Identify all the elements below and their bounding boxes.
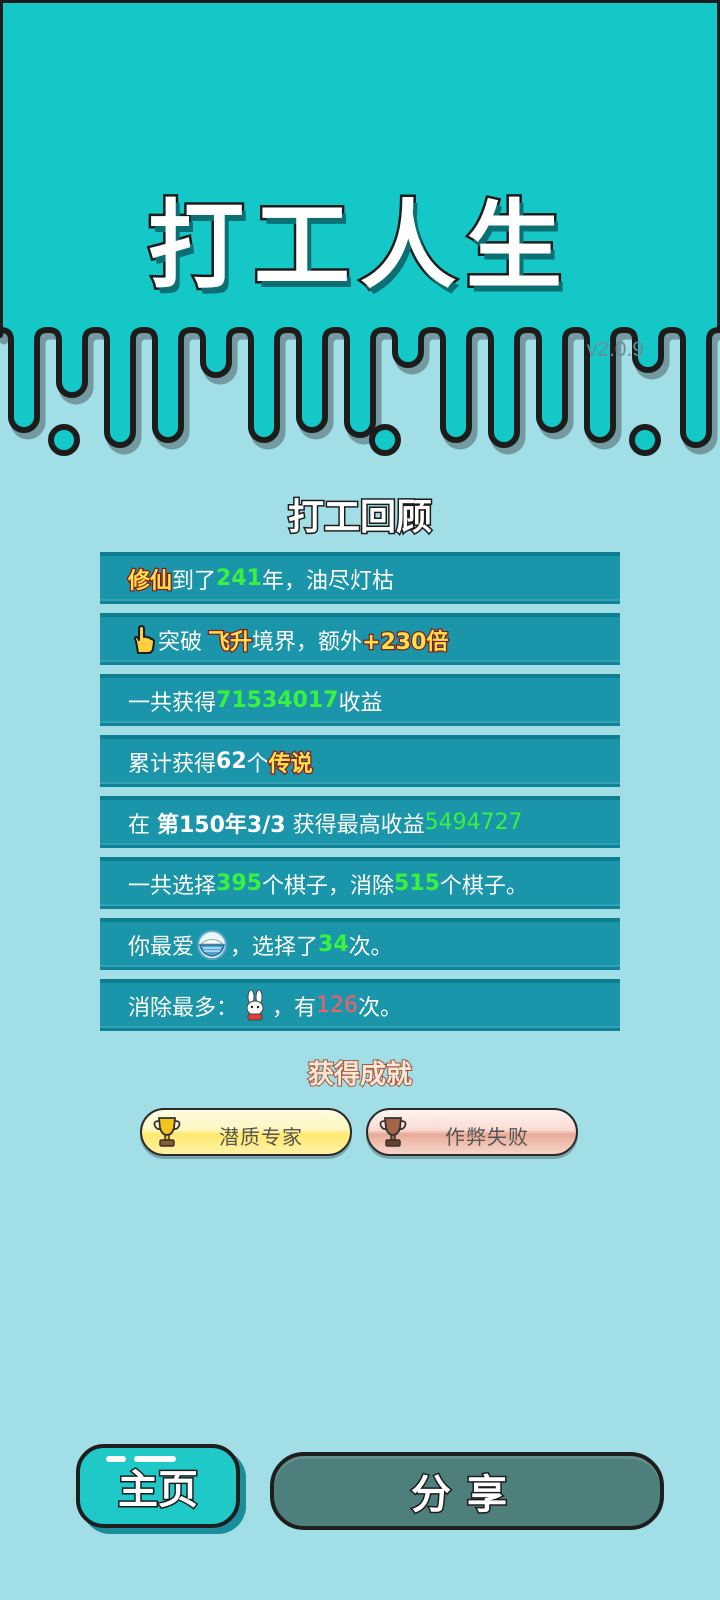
rice-bowl-icon — [197, 929, 228, 960]
stat-value-income: 71534017 — [216, 688, 339, 713]
button-gloss — [106, 1456, 126, 1462]
pointing-hand-icon — [134, 624, 155, 654]
achievement-badge-gold[interactable]: 潜质专家 — [140, 1108, 352, 1156]
stat-text: 获得最高收益 — [285, 812, 425, 838]
stat-text: 消除最多： — [128, 995, 239, 1021]
stat-row-most-eliminated: 消除最多： ，有 126 次。 — [100, 979, 620, 1031]
legendary-label: 传说 — [267, 750, 314, 778]
stat-text: 到了 — [172, 568, 217, 594]
share-button[interactable]: 分享 — [270, 1452, 664, 1530]
drip-drop — [48, 424, 80, 456]
version-label: v2.0.9 — [586, 338, 644, 361]
stat-text: 一共获得 — [128, 690, 217, 716]
stat-text: 境界，额外 — [252, 629, 363, 655]
home-button-label: 主页 — [117, 1466, 200, 1515]
stat-row-total-income: 一共获得 71534017 收益 — [100, 674, 620, 726]
trophy-icon — [153, 1117, 181, 1147]
share-button-label: 分享 — [410, 1471, 523, 1520]
stat-text: 个棋子。 — [439, 873, 528, 899]
stat-text: 个棋子，消除 — [261, 873, 394, 899]
stat-text: 你最爱 — [128, 934, 195, 960]
stat-text: 一共选择 — [128, 873, 217, 899]
review-title: 打工回顾 — [286, 496, 433, 540]
app-title: 打工人生 — [146, 188, 572, 305]
stat-row-breakthrough: 突破 飞升 境界，额外 +230倍 — [100, 613, 620, 665]
cultivation-label: 修仙 — [127, 567, 174, 595]
stat-text: ，选择了 — [230, 934, 319, 960]
stat-row-best-income: 在 第150年3/3 获得最高收益 5494727 — [100, 796, 620, 848]
trophy-icon — [379, 1117, 407, 1147]
stat-text: 个 — [246, 751, 269, 777]
stat-row-pieces: 一共选择 395 个棋子，消除 515 个棋子。 — [100, 857, 620, 909]
stat-row-favorite: 你最爱 ，选择了 34 次。 — [100, 918, 620, 970]
stat-text: 收益 — [338, 690, 383, 716]
stat-value-eliminated: 515 — [393, 871, 440, 896]
stat-row-legendary: 累计获得 62 个 传说 — [100, 735, 620, 787]
stat-text: 次。 — [348, 934, 393, 960]
achievement-badge-bronze[interactable]: 作弊失败 — [366, 1108, 578, 1156]
stat-value-legendary-count: 62 — [216, 749, 247, 774]
stat-value-eliminated-count: 126 — [316, 993, 359, 1018]
stat-text: 累计获得 — [128, 751, 217, 777]
drip-drop — [369, 424, 401, 456]
home-button[interactable]: 主页 — [76, 1444, 240, 1528]
stat-text: 年，油尽灯枯 — [261, 568, 394, 594]
stat-value-selected: 395 — [216, 871, 262, 896]
stat-text: 在 — [128, 812, 157, 838]
stat-row-lifespan: 修仙 到了 241 年，油尽灯枯 — [100, 552, 620, 604]
achievement-label: 潜质专家 — [219, 1125, 303, 1149]
stat-value-best-income: 5494727 — [424, 810, 523, 835]
achievements-title: 获得成就 — [307, 1059, 413, 1091]
button-gloss — [134, 1456, 176, 1462]
drip-drop — [629, 424, 661, 456]
stat-text: 次。 — [358, 995, 403, 1021]
stat-text: ，有 — [272, 995, 317, 1021]
stat-value-years: 241 — [216, 566, 262, 591]
bonus-multiplier: +230倍 — [361, 628, 450, 656]
rabbit-icon — [246, 989, 264, 1020]
realm-name: 飞升 — [207, 628, 254, 656]
stat-value-favorite-count: 34 — [318, 932, 349, 957]
achievement-label: 作弊失败 — [445, 1125, 529, 1149]
stat-value-best-period: 第150年3/3 — [157, 812, 286, 838]
stat-text: 突破 — [158, 629, 203, 655]
